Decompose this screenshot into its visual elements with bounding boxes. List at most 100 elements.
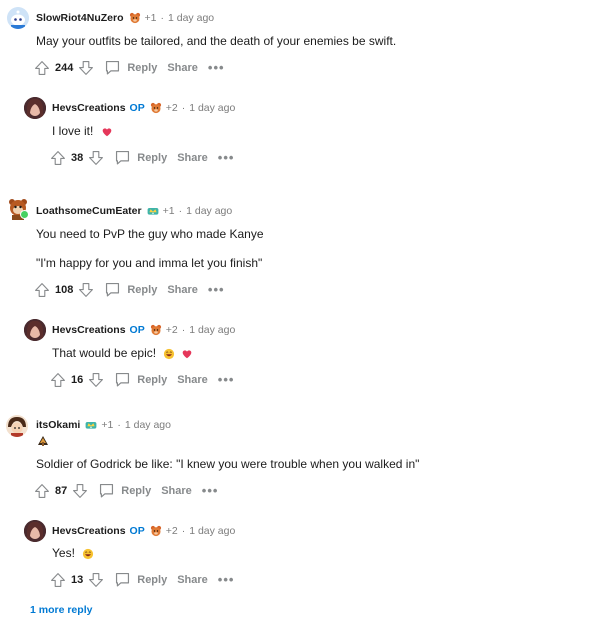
reply-label: Reply [127, 61, 158, 74]
share-button[interactable]: Share [177, 152, 208, 164]
avatar[interactable] [7, 198, 29, 220]
downvote-icon[interactable] [88, 372, 104, 388]
separator-dot: · [181, 324, 186, 336]
reply-bubble-icon [104, 59, 121, 76]
comment-body-line-2: "I'm happy for you and imma let you fini… [36, 256, 263, 270]
reply-button[interactable]: Reply [114, 571, 167, 588]
crown-flair-icon [84, 419, 98, 431]
profile-photo-icon [24, 520, 46, 542]
separator-dot: · [160, 12, 165, 24]
reply-button[interactable]: Reply [98, 482, 151, 499]
comment-body: May your outfits be tailored, and the de… [36, 34, 397, 48]
reply-label: Reply [137, 373, 168, 386]
comment-meta: HevsCreations OP +2 · 1 day ago [52, 102, 235, 114]
timestamp[interactable]: 1 day ago [186, 205, 232, 217]
comment-body: Yes! [52, 546, 94, 560]
upvote-icon[interactable] [34, 282, 50, 298]
upvote-icon[interactable] [50, 150, 66, 166]
comment-actions: 16 Reply Share ••• [50, 371, 234, 388]
heart-icon [101, 126, 113, 138]
reply-button[interactable]: Reply [104, 281, 157, 298]
reply-button[interactable]: Reply [114, 371, 167, 388]
comment-actions: 38 Reply Share ••• [50, 149, 234, 166]
reply-label: Reply [127, 283, 158, 296]
avatar[interactable] [24, 97, 46, 119]
upvote-icon[interactable] [34, 60, 50, 76]
more-replies-link[interactable]: 1 more reply [30, 604, 92, 616]
reply-bubble-icon [114, 149, 131, 166]
share-button[interactable]: Share [167, 284, 198, 296]
author-name[interactable]: HevsCreations [52, 324, 126, 336]
share-button[interactable]: Share [177, 574, 208, 586]
more-options-button[interactable]: ••• [218, 573, 235, 586]
profile-photo-icon [24, 319, 46, 341]
grin-emoji-icon [163, 348, 175, 360]
separator-dot: · [117, 419, 121, 431]
more-options-button[interactable]: ••• [218, 151, 235, 164]
upvote-icon[interactable] [50, 572, 66, 588]
timestamp[interactable]: 1 day ago [189, 324, 235, 336]
share-button[interactable]: Share [167, 62, 198, 74]
timestamp[interactable]: 1 day ago [168, 12, 214, 24]
author-name[interactable]: LoathsomeCumEater [36, 205, 142, 217]
reply-button[interactable]: Reply [104, 59, 157, 76]
author-name[interactable]: HevsCreations [52, 525, 126, 537]
avatar[interactable] [6, 415, 28, 437]
karma-badge: +1 [162, 205, 175, 217]
timestamp[interactable]: 1 day ago [125, 419, 171, 431]
downvote-icon[interactable] [72, 483, 88, 499]
more-options-button[interactable]: ••• [208, 61, 225, 74]
upvote-icon[interactable] [50, 372, 66, 388]
heart-icon [181, 348, 193, 360]
vote-score: 16 [71, 373, 84, 386]
comment-meta: LoathsomeCumEater +1 · 1 day ago [36, 205, 232, 217]
downvote-icon[interactable] [78, 60, 94, 76]
author-name[interactable]: itsOkami [36, 419, 80, 431]
comment-text: Yes! [52, 546, 75, 560]
comment-meta: HevsCreations OP +2 · 1 day ago [52, 324, 235, 336]
comment-body: That would be epic! [52, 346, 193, 360]
vote-score: 13 [71, 573, 84, 586]
more-options-button[interactable]: ••• [208, 283, 225, 296]
more-options-button[interactable]: ••• [202, 484, 219, 497]
downvote-icon[interactable] [88, 572, 104, 588]
separator-dot: · [181, 525, 186, 537]
comment-body: Soldier of Godrick be like: "I knew you … [36, 457, 420, 471]
reply-bubble-icon [114, 571, 131, 588]
downvote-icon[interactable] [88, 150, 104, 166]
snoo-avatar-icon [7, 7, 29, 29]
comment-meta: SlowRiot4NuZero +1 · 1 day ago [36, 12, 214, 24]
downvote-icon[interactable] [78, 282, 94, 298]
vote-score: 87 [55, 484, 68, 497]
reply-label: Reply [137, 151, 168, 164]
karma-badge: +2 [165, 324, 178, 336]
upvote-icon[interactable] [34, 483, 50, 499]
timestamp[interactable]: 1 day ago [189, 525, 235, 537]
karma-badge: +1 [144, 12, 157, 24]
share-button[interactable]: Share [161, 485, 192, 497]
comment-body: I love it! [52, 124, 113, 138]
comment-text: That would be epic! [52, 346, 157, 360]
separator-dot: · [181, 102, 186, 114]
karma-badge: +2 [165, 525, 178, 537]
comment-actions: 87 Reply Share ••• [34, 482, 218, 499]
reply-bubble-icon [98, 482, 115, 499]
author-name[interactable]: HevsCreations [52, 102, 126, 114]
bear-flair-icon [149, 525, 163, 537]
grin-emoji-icon [82, 548, 94, 560]
reply-button[interactable]: Reply [114, 149, 167, 166]
reply-bubble-icon [104, 281, 121, 298]
avatar[interactable] [7, 7, 29, 29]
avatar[interactable] [24, 319, 46, 341]
author-name[interactable]: SlowRiot4NuZero [36, 12, 124, 24]
comment-body-line-1: You need to PvP the guy who made Kanye [36, 227, 264, 241]
snoo-avatar-icon [6, 415, 28, 437]
avatar[interactable] [24, 520, 46, 542]
share-button[interactable]: Share [177, 374, 208, 386]
karma-badge: +1 [101, 419, 114, 431]
comment-actions: 13 Reply Share ••• [50, 571, 234, 588]
vote-score: 108 [55, 283, 74, 296]
more-options-button[interactable]: ••• [218, 373, 235, 386]
op-badge: OP [129, 525, 145, 537]
timestamp[interactable]: 1 day ago [189, 102, 235, 114]
